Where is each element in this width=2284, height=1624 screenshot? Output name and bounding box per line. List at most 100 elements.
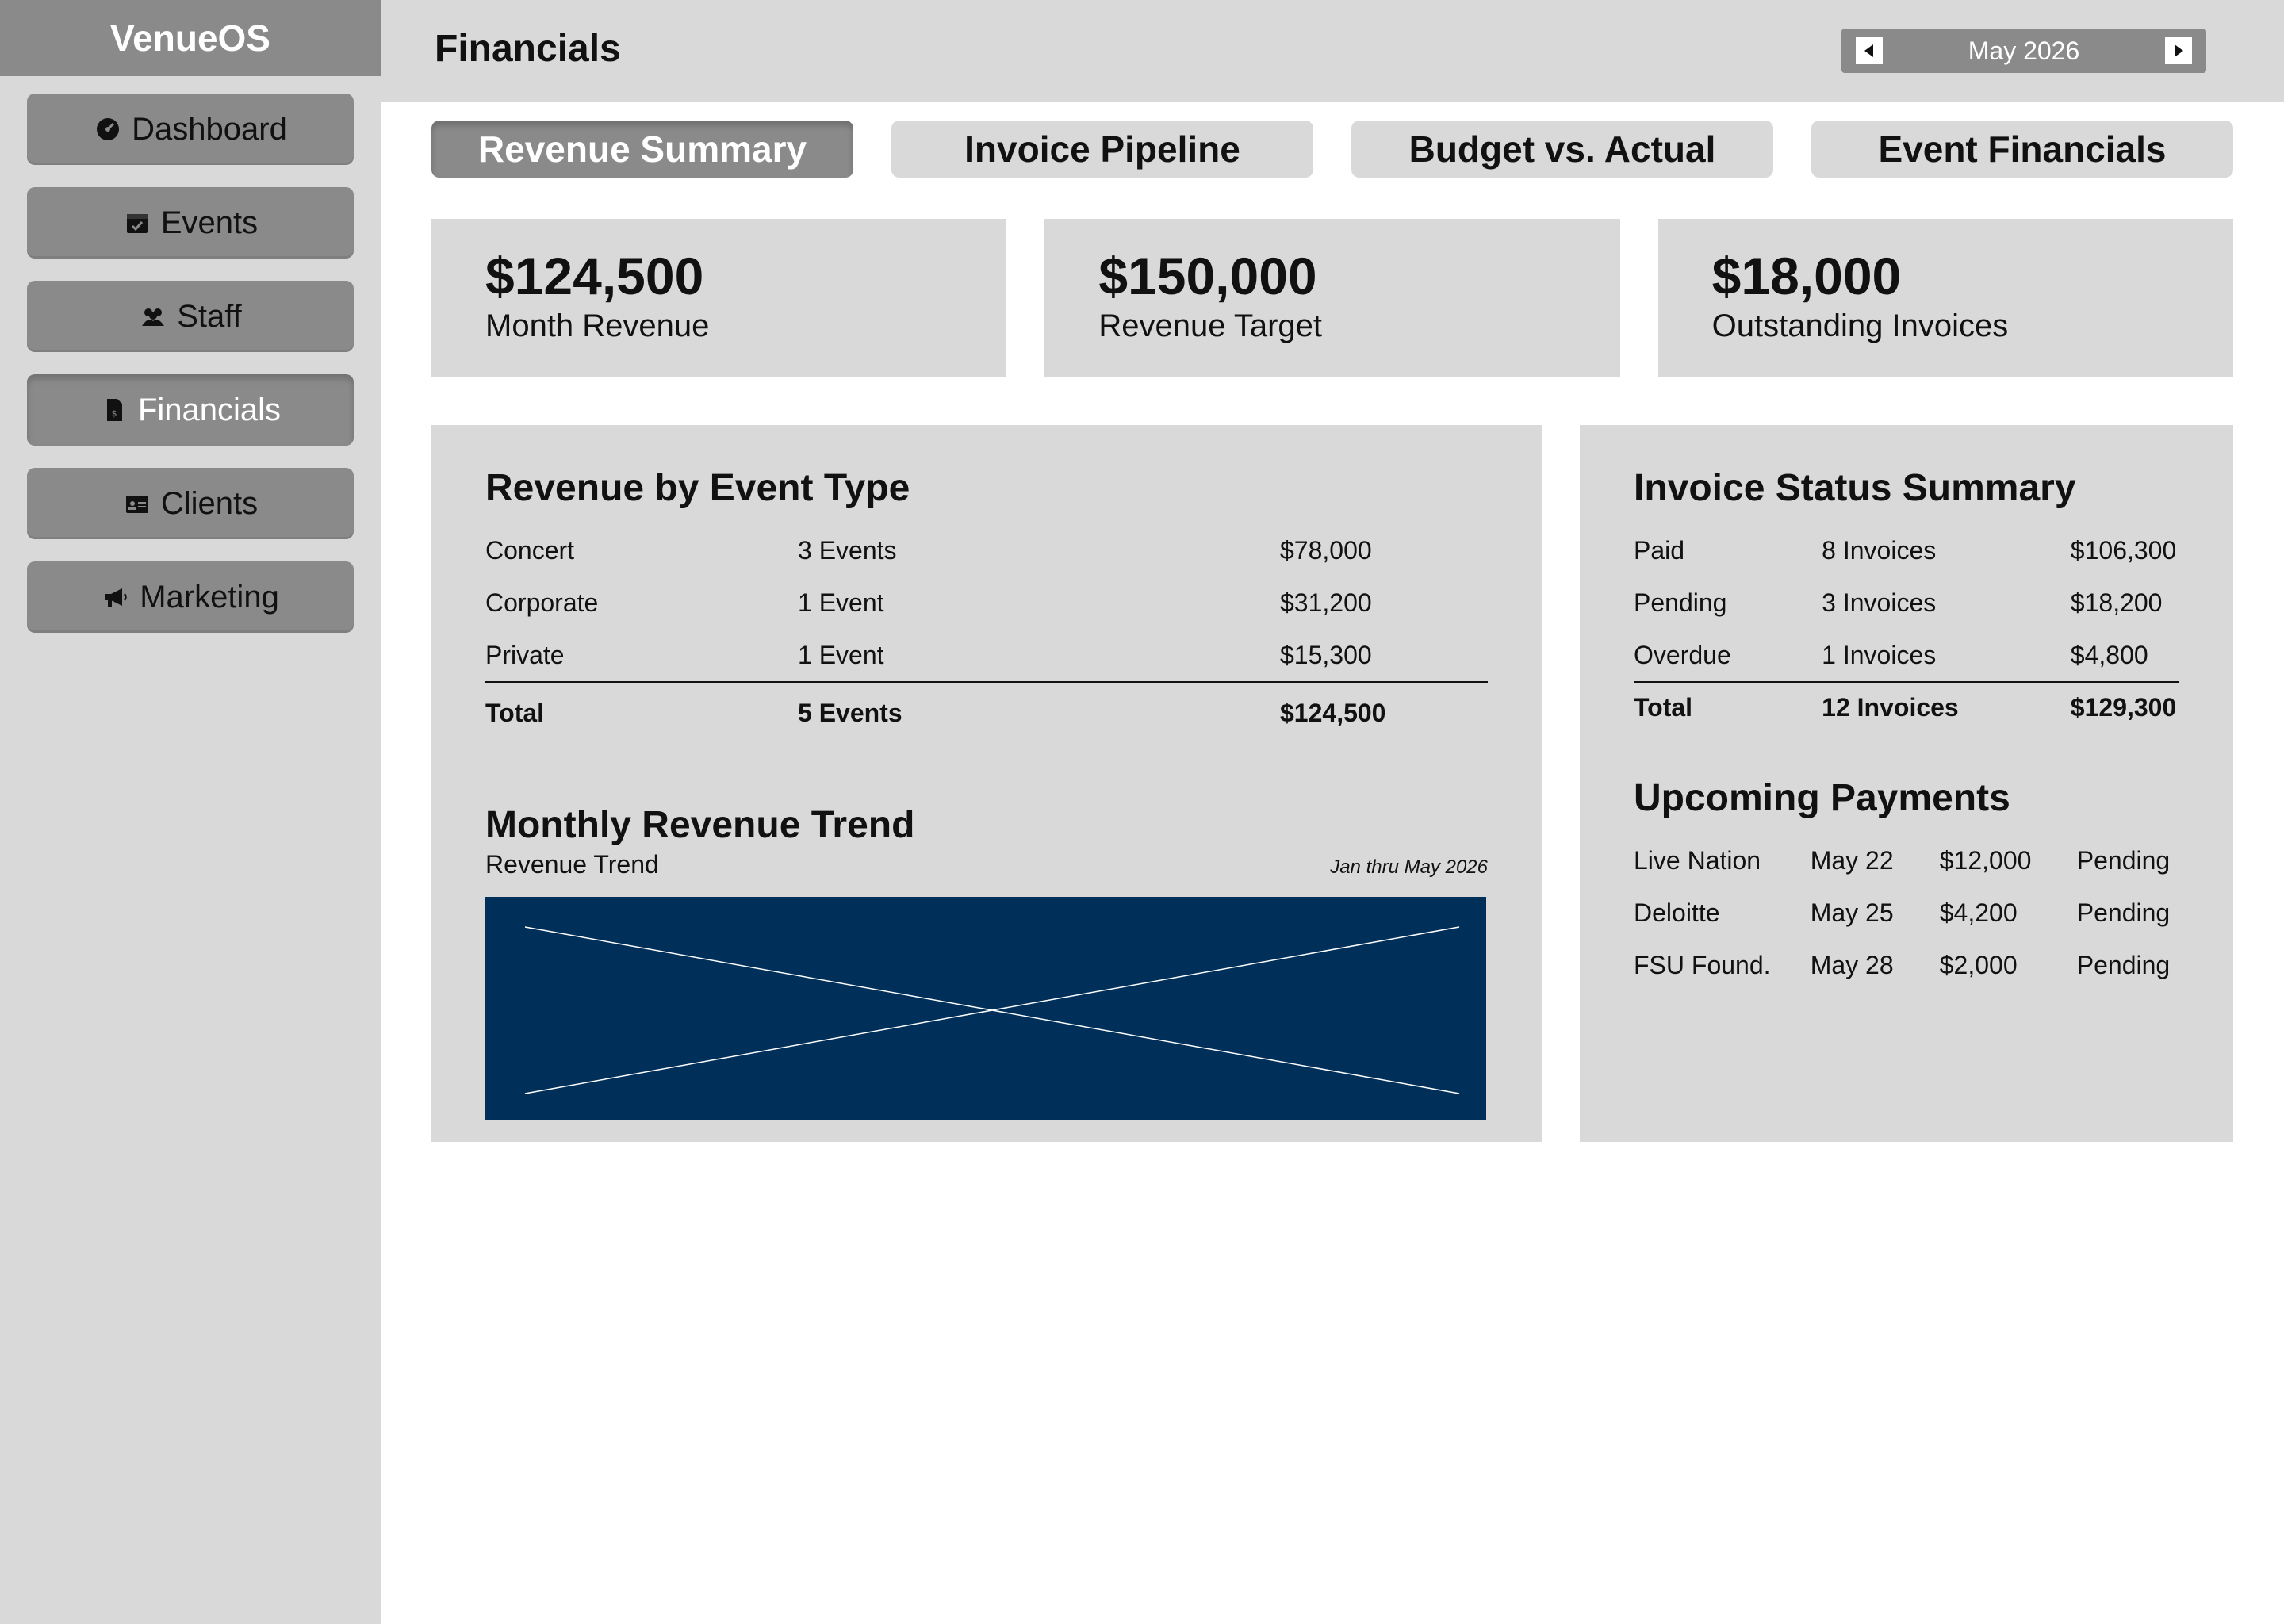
monthly-trend-title: Monthly Revenue Trend [485,804,915,846]
sidebar-item-label: Dashboard [132,111,287,147]
invoice-panel: Invoice Status Summary Paid 8 Invoices $… [1580,425,2233,1142]
count-cell: 8 Invoices [1822,535,1937,565]
amount-cell: $2,000 [1939,950,2018,979]
table-row: Pending 3 Invoices $18,200 [1634,576,2179,629]
trend-date-range: Jan thru May 2026 [1330,856,1488,878]
status-cell: Pending [2076,950,2171,979]
kpi-card-month-revenue: $124,500 Month Revenue [431,219,1007,377]
sidebar-item-events[interactable]: Events [27,187,354,259]
total-label: Total [485,698,545,727]
event-type-cell: Concert [485,535,575,565]
chart-placeholder [485,897,1486,1120]
status-cell: Pending [2076,845,2171,875]
kpi-label: Outstanding Invoices [1711,308,2009,343]
invoice-status-title: Invoice Status Summary [1634,467,2076,509]
sidebar-item-marketing[interactable]: Marketing [27,561,354,633]
megaphone-icon [102,583,130,611]
kpi-label: Month Revenue [485,308,710,343]
kpi-value: $124,500 [485,247,704,305]
sidebar-item-staff[interactable]: Staff [27,281,354,352]
trend-subheader: Revenue Trend Jan thru May 2026 [485,850,1488,879]
status-cell: Overdue [1634,640,1731,669]
kpi-row: $124,500 Month Revenue $150,000 Revenue … [431,219,2233,377]
amount-cell: $15,300 [1280,640,1372,669]
table-total-row: Total 12 Invoices $129,300 [1634,681,2179,729]
sidebar-nav: Dashboard Events Staff $ Financials Clie… [0,76,381,633]
upcoming-payments-list: Live Nation May 22 $12,000 Pending Deloi… [1634,834,2179,991]
total-amount: $129,300 [2070,692,2177,722]
financials-tabs: Revenue Summary Invoice Pipeline Budget … [431,121,2233,178]
amount-cell: $18,200 [2070,588,2163,617]
sidebar-item-clients[interactable]: Clients [27,468,354,539]
triangle-left-icon [1864,44,1873,57]
amount-cell: $78,000 [1280,535,1372,565]
sidebar-item-dashboard[interactable]: Dashboard [27,94,354,165]
kpi-label: Revenue Target [1098,308,1323,343]
triangle-right-icon [2175,44,2183,57]
table-row: Concert 3 Events $78,000 [485,524,1488,576]
kpi-card-outstanding-invoices: $18,000 Outstanding Invoices [1657,219,2233,377]
sidebar-item-label: Events [160,205,259,240]
table-row: Overdue 1 Invoices $4,800 [1634,629,2179,681]
current-month-label: May 2026 [1968,36,2080,65]
count-cell: 1 Invoices [1822,640,1937,669]
table-row: Corporate 1 Event $31,200 [485,576,1488,629]
tab-revenue-summary[interactable]: Revenue Summary [431,121,853,178]
date-cell: May 28 [1810,950,1894,979]
status-cell: Paid [1634,535,1685,565]
kpi-value: $150,000 [1098,247,1317,305]
client-cell: Live Nation [1634,845,1761,875]
client-cell: FSU Found. [1634,950,1771,979]
status-cell: Pending [2076,898,2171,927]
revenue-panel: Revenue by Event Type Concert 3 Events $… [431,425,1542,1142]
total-amount: $124,500 [1280,698,1386,727]
page-title: Financials [435,28,621,70]
sidebar-item-financials[interactable]: $ Financials [27,374,354,446]
table-row: Paid 8 Invoices $106,300 [1634,524,2179,576]
trend-subtitle: Revenue Trend [485,850,659,879]
amount-cell: $4,200 [1939,898,2018,927]
sidebar-item-label: Staff [177,298,242,334]
app-brand: VenueOS [0,0,381,76]
month-picker: May 2026 [1841,29,2206,73]
tab-budget-vs-actual[interactable]: Budget vs. Actual [1351,121,1773,178]
amount-cell: $31,200 [1280,588,1372,617]
invoice-icon: $ [100,396,128,424]
tab-invoice-pipeline[interactable]: Invoice Pipeline [891,121,1313,178]
list-item: Live Nation May 22 $12,000 Pending [1634,834,2179,887]
sidebar-item-label: Clients [160,485,259,521]
people-icon [139,302,167,331]
dashboard-icon [94,115,122,144]
client-cell: Deloitte [1634,898,1720,927]
total-label: Total [1634,692,1693,722]
kpi-card-revenue-target: $150,000 Revenue Target [1044,219,1620,377]
count-cell: 3 Invoices [1822,588,1937,617]
sidebar-item-label: Financials [137,392,282,427]
total-events: 5 Events [798,698,902,727]
event-count-cell: 1 Event [798,588,884,617]
event-type-cell: Corporate [485,588,599,617]
event-type-cell: Private [485,640,565,669]
list-item: Deloitte May 25 $4,200 Pending [1634,887,2179,939]
page-header: Financials May 2026 [381,0,2284,102]
table-row: Private 1 Event $15,300 [485,629,1488,681]
svg-text:$: $ [111,408,117,419]
id-card-icon [123,489,151,518]
revenue-by-type-table: Concert 3 Events $78,000 Corporate 1 Eve… [485,524,1488,740]
date-cell: May 22 [1810,845,1894,875]
event-count-cell: 1 Event [798,640,884,669]
sidebar: VenueOS Dashboard Events Staff $ Financi… [0,0,381,1624]
amount-cell: $12,000 [1939,845,2032,875]
invoice-status-table: Paid 8 Invoices $106,300 Pending 3 Invoi… [1634,524,2179,729]
total-count: 12 Invoices [1822,692,1959,722]
status-cell: Pending [1634,588,1727,617]
date-cell: May 25 [1810,898,1894,927]
next-month-button[interactable] [2165,37,2192,64]
kpi-value: $18,000 [1711,247,1902,305]
tab-event-financials[interactable]: Event Financials [1811,121,2233,178]
amount-cell: $106,300 [2070,535,2177,565]
event-count-cell: 3 Events [798,535,897,565]
previous-month-button[interactable] [1856,37,1883,64]
revenue-by-type-title: Revenue by Event Type [485,467,910,509]
placeholder-cross-icon [524,926,1460,1094]
